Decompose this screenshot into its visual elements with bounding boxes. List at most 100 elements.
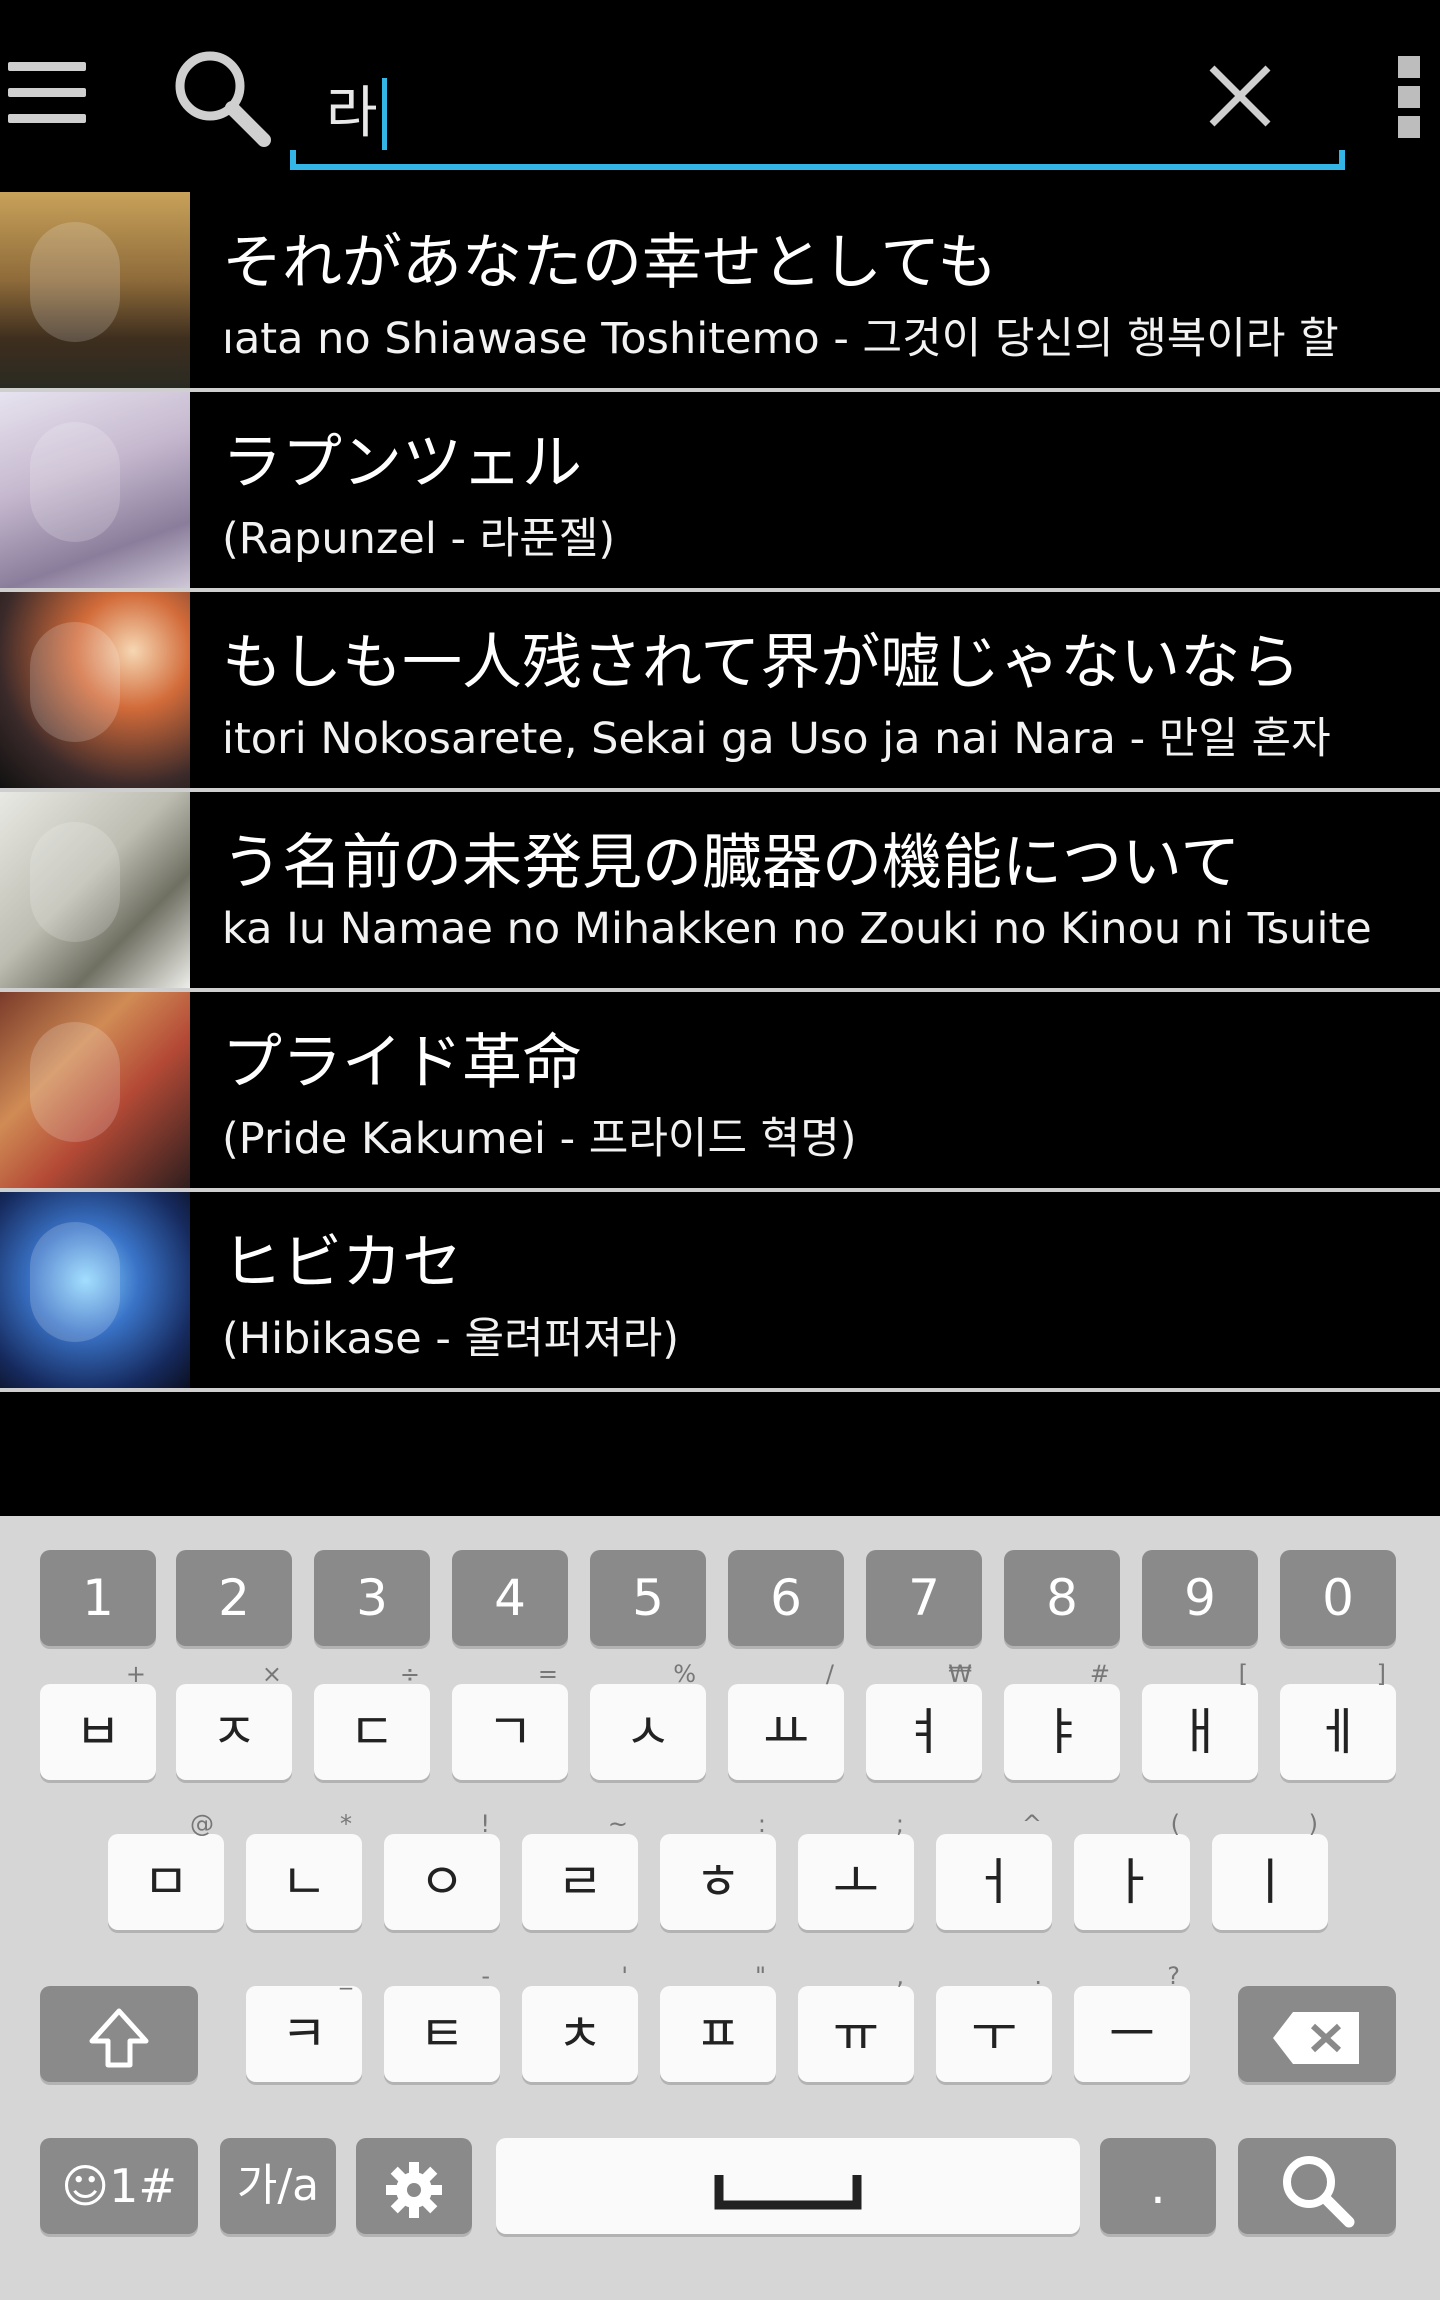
key-hint: ) (1308, 1810, 1318, 1838)
key-7[interactable]: 7 (866, 1550, 982, 1646)
list-item[interactable]: もしも一人残されて界が嘘じゃないなら itori Nokosarete, Sek… (0, 592, 1440, 792)
search-icon (168, 44, 278, 154)
key-hint: % (673, 1660, 696, 1688)
search-underline (290, 150, 1345, 170)
song-thumbnail (0, 792, 190, 988)
key-5[interactable]: 5 (590, 1550, 706, 1646)
search-input[interactable]: 라 (290, 40, 1345, 170)
key-hint: ~ (607, 1810, 628, 1838)
backspace-key[interactable] (1238, 1986, 1396, 2082)
key-hint: ₩ (948, 1660, 972, 1688)
key-i[interactable]: ) ㅣ (1212, 1812, 1328, 1930)
key-hint: # (1089, 1660, 1110, 1688)
key-ieung[interactable]: ! ㅇ (384, 1812, 500, 1930)
key-siot[interactable]: % ㅅ (590, 1662, 706, 1780)
key-label: ㅈ (211, 1703, 257, 1761)
key-hint: ( (1170, 1810, 1180, 1838)
song-subtitle: ka Iu Namae no Mihakken no Zouki no Kino… (222, 904, 1372, 954)
language-switch-key[interactable]: 가/a (220, 2138, 336, 2234)
key-yu[interactable]: ,ㅠ (798, 1964, 914, 2082)
menu-icon[interactable] (8, 62, 88, 124)
key-6[interactable]: 6 (728, 1550, 844, 1646)
period-key[interactable]: . (1100, 2138, 1216, 2234)
key-label: ㅕ (901, 1703, 947, 1761)
list-item[interactable]: う名前の未発見の臓器の機能について ka Iu Namae no Mihakke… (0, 792, 1440, 992)
search-action-key[interactable] (1238, 2138, 1396, 2234)
key-mieum[interactable]: @ ㅁ (108, 1812, 224, 1930)
song-title: ヒビカセ (222, 1228, 462, 1298)
song-title: それがあなたの幸せとしても (222, 228, 998, 298)
search-toolbar: 라 (0, 0, 1440, 190)
key-hint: " (754, 1962, 766, 1990)
key-hint: ? (1167, 1962, 1180, 1990)
key-2[interactable]: 2 (176, 1550, 292, 1646)
shift-key[interactable] (40, 1986, 198, 2082)
key-label: ㅂ (75, 1703, 121, 1761)
key-ya[interactable]: # ㅑ (1004, 1662, 1120, 1780)
key-label: ㅅ (625, 1703, 671, 1761)
key-yo[interactable]: / ㅛ (728, 1662, 844, 1780)
backspace-icon (1273, 2011, 1359, 2064)
key-bieup[interactable]: + ㅂ (40, 1662, 156, 1780)
key-rieul[interactable]: ~ ㄹ (522, 1812, 638, 1930)
key-nieun[interactable]: * ㄴ (246, 1812, 362, 1930)
key-9[interactable]: 9 (1142, 1550, 1258, 1646)
key-hint: ] (1376, 1660, 1386, 1688)
overflow-menu-icon[interactable] (1398, 56, 1424, 140)
key-hint: @ (190, 1810, 214, 1838)
close-icon[interactable] (1200, 56, 1280, 136)
key-8[interactable]: 8 (1004, 1550, 1120, 1646)
space-key[interactable] (496, 2138, 1080, 2234)
song-subtitle: (Pride Kakumei - 프라이드 혁명) (222, 1114, 857, 1164)
key-label: ㅠ (833, 2005, 879, 2063)
song-thumbnail (0, 992, 190, 1188)
song-thumbnail (0, 192, 190, 388)
key-label: ㅣ (1247, 1853, 1293, 1911)
list-item[interactable]: ヒビカセ (Hibikase - 울려퍼져라) (0, 1192, 1440, 1392)
key-pieup[interactable]: " ㅍ (660, 1964, 776, 2082)
key-digeut[interactable]: ÷ ㄷ (314, 1662, 430, 1780)
key-e[interactable]: ] ㅔ (1280, 1662, 1396, 1780)
song-subtitle: ıata no Shiawase Toshitemo - 그것이 당신의 행복이… (222, 314, 1339, 364)
list-item[interactable]: ラプンツェル (Rapunzel - 라푼젤) (0, 392, 1440, 592)
key-o[interactable]: ; ㅗ (798, 1812, 914, 1930)
key-hint: - (481, 1962, 490, 1990)
key-giyeok[interactable]: = ㄱ (452, 1662, 568, 1780)
key-label: ㄹ (557, 1853, 603, 1911)
key-label: ㅜ (971, 2005, 1017, 2063)
key-tieut[interactable]: -ㅌ (384, 1964, 500, 2082)
key-label: ㅎ (695, 1853, 741, 1911)
key-hint: , (896, 1962, 904, 1990)
key-label: ㅊ (557, 2005, 603, 2063)
key-label: ㅛ (763, 1703, 809, 1761)
key-1[interactable]: 1 (40, 1550, 156, 1646)
key-label: ㅗ (833, 1853, 879, 1911)
key-hint: + (125, 1660, 146, 1688)
symbols-key[interactable]: ☺1# (40, 2138, 198, 2234)
settings-key[interactable] (356, 2138, 472, 2234)
key-ae[interactable]: [ㅐ (1142, 1662, 1258, 1780)
search-query-text: 라 (326, 81, 378, 146)
key-u[interactable]: .ㅜ (936, 1964, 1052, 2082)
key-label: ㅏ (1109, 1853, 1155, 1911)
key-label: ㅇ (419, 1853, 465, 1911)
key-0[interactable]: 0 (1280, 1550, 1396, 1646)
key-label: ㄷ (349, 1703, 395, 1761)
key-3[interactable]: 3 (314, 1550, 430, 1646)
key-label: ㅑ (1039, 1703, 1085, 1761)
key-hieut[interactable]: :ㅎ (660, 1812, 776, 1930)
key-yeo[interactable]: ₩ ㅕ (866, 1662, 982, 1780)
key-chieut[interactable]: ' ㅊ (522, 1964, 638, 2082)
key-kieuk[interactable]: _ ㅋ (246, 1964, 362, 2082)
key-4[interactable]: 4 (452, 1550, 568, 1646)
key-label: ㅍ (695, 2005, 741, 2063)
key-hint: : (757, 1810, 766, 1838)
list-item[interactable]: プライド革命 (Pride Kakumei - 프라이드 혁명) (0, 992, 1440, 1192)
key-hint: * (340, 1810, 352, 1838)
key-eu[interactable]: ? ㅡ (1074, 1964, 1190, 2082)
song-subtitle: (Hibikase - 울려퍼져라) (222, 1314, 680, 1364)
key-eo[interactable]: ^ ㅓ (936, 1812, 1052, 1930)
key-a[interactable]: (ㅏ (1074, 1812, 1190, 1930)
key-jieut[interactable]: × ㅈ (176, 1662, 292, 1780)
list-item[interactable]: それがあなたの幸せとしても ıata no Shiawase Toshitemo… (0, 192, 1440, 392)
